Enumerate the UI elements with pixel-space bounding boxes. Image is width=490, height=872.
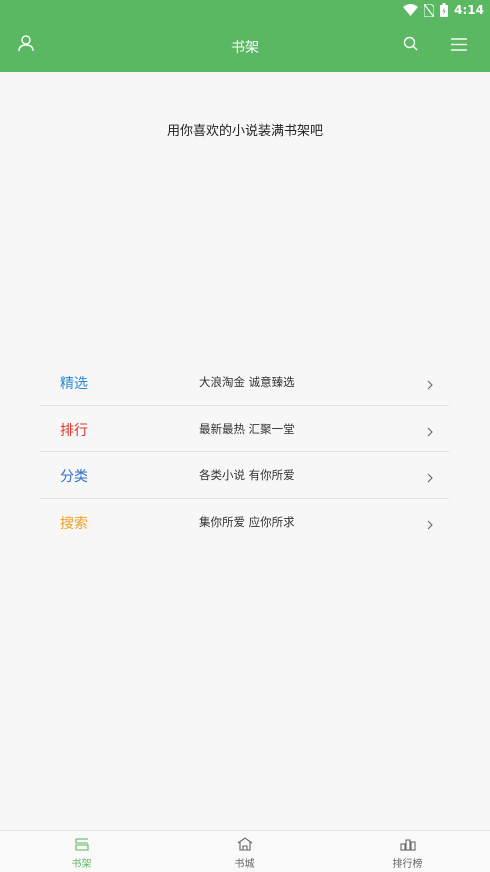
menu-icon <box>451 36 467 55</box>
chevron-right-icon <box>427 515 433 534</box>
tab-label: 排行榜 <box>392 859 423 870</box>
entry-description: 各类小说 有你所爱 <box>199 468 295 482</box>
ranking-icon <box>399 836 416 852</box>
chevron-right-icon <box>427 422 433 441</box>
status-bar: 4:14 <box>0 0 490 20</box>
entry-title: 分类 <box>60 469 88 485</box>
tab-ranking[interactable]: 排行榜 <box>326 831 489 872</box>
app-bar: 书架 <box>0 20 490 72</box>
wifi-icon <box>403 4 419 16</box>
entry-description: 最新最热 汇聚一堂 <box>199 421 295 436</box>
entry-list: 精选 大浪淘金 诚意臻选 排行 最新最热 汇聚一堂 分类 各类小说 有你所爱 搜… <box>40 359 449 545</box>
tab-label: 书城 <box>234 859 255 870</box>
empty-shelf-message: 用你喜欢的小说装满书架吧 <box>166 124 323 139</box>
entry-title: 精选 <box>60 376 88 392</box>
status-time: 4:14 <box>454 3 484 17</box>
bookshelf-icon <box>74 836 89 852</box>
entry-ranking[interactable]: 排行 最新最热 汇聚一堂 <box>40 406 449 452</box>
entry-title: 搜索 <box>60 515 88 532</box>
search-button[interactable] <box>397 32 423 58</box>
entry-description: 大浪淘金 诚意臻选 <box>199 375 295 389</box>
tab-bookstore[interactable]: 书城 <box>163 831 326 872</box>
entry-category[interactable]: 分类 各类小说 有你所爱 <box>40 452 449 499</box>
tab-bookshelf[interactable]: 书架 <box>0 831 163 872</box>
battery-icon <box>440 3 449 17</box>
chevron-right-icon <box>427 468 433 487</box>
menu-button[interactable] <box>446 32 472 58</box>
search-icon <box>403 36 418 55</box>
top-bar: 4:14 书架 <box>0 0 490 72</box>
bottom-navigation: 书架 书城 排行榜 <box>0 830 490 872</box>
chevron-right-icon <box>427 375 433 394</box>
entry-featured[interactable]: 精选 大浪淘金 诚意臻选 <box>40 359 449 406</box>
no-sim-icon <box>424 3 435 17</box>
entry-search[interactable]: 搜索 集你所爱 应你所求 <box>40 499 449 546</box>
entry-title: 排行 <box>60 422 88 439</box>
entry-description: 集你所爱 应你所求 <box>199 514 295 529</box>
tab-label: 书架 <box>71 859 92 870</box>
bookstore-icon <box>237 836 253 852</box>
